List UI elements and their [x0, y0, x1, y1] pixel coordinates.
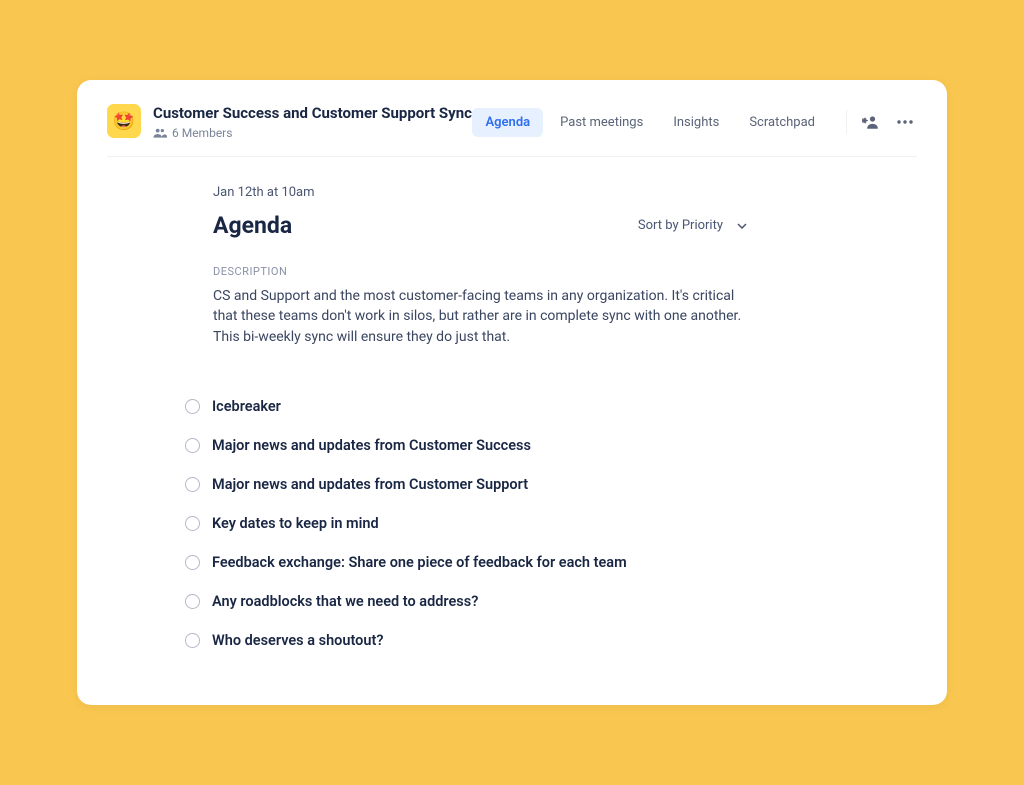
agenda-item-label: Who deserves a shoutout?	[212, 632, 383, 649]
add-member-button[interactable]	[859, 110, 883, 134]
agenda-item-label: Major news and updates from Customer Suc…	[212, 437, 531, 454]
agenda-item-label: Icebreaker	[212, 398, 281, 415]
tab-insights[interactable]: Insights	[660, 108, 732, 137]
radio-icon[interactable]	[185, 516, 200, 531]
description-label: DESCRIPTION	[213, 265, 747, 278]
description-text: CS and Support and the most customer-fac…	[213, 286, 747, 347]
meeting-date: Jan 12th at 10am	[213, 185, 747, 200]
members-label: 6 Members	[172, 126, 232, 140]
tab-agenda[interactable]: Agenda	[472, 108, 543, 137]
emoji: 🤩	[113, 111, 135, 132]
agenda-items-list: Icebreaker Major news and updates from C…	[185, 387, 747, 660]
header-left: 🤩 Customer Success and Customer Support …	[107, 104, 472, 140]
header-right: Agenda Past meetings Insights Scratchpad	[472, 108, 917, 137]
agenda-item[interactable]: Icebreaker	[185, 387, 747, 426]
agenda-item-label: Key dates to keep in mind	[212, 515, 379, 532]
meeting-card: 🤩 Customer Success and Customer Support …	[77, 80, 947, 705]
header-actions	[846, 110, 917, 134]
members-row[interactable]: 6 Members	[153, 126, 472, 140]
agenda-item-label: Any roadblocks that we need to address?	[212, 593, 478, 610]
more-options-button[interactable]	[893, 110, 917, 134]
sort-by-dropdown[interactable]: Sort by Priority	[638, 218, 747, 233]
agenda-header-row: Agenda Sort by Priority	[213, 212, 747, 239]
content: Jan 12th at 10am Agenda Sort by Priority…	[107, 157, 747, 660]
radio-icon[interactable]	[185, 477, 200, 492]
chevron-down-icon	[737, 223, 747, 229]
radio-icon[interactable]	[185, 555, 200, 570]
radio-icon[interactable]	[185, 633, 200, 648]
tab-past-meetings[interactable]: Past meetings	[547, 108, 656, 137]
agenda-item[interactable]: Feedback exchange: Share one piece of fe…	[185, 543, 747, 582]
title-block: Customer Success and Customer Support Sy…	[153, 104, 472, 140]
tabs: Agenda Past meetings Insights Scratchpad	[472, 108, 828, 137]
header: 🤩 Customer Success and Customer Support …	[107, 104, 917, 157]
agenda-item-label: Major news and updates from Customer Sup…	[212, 476, 528, 493]
more-horizontal-icon	[897, 120, 913, 124]
agenda-heading: Agenda	[213, 212, 292, 239]
tab-scratchpad[interactable]: Scratchpad	[736, 108, 828, 137]
add-member-icon	[862, 115, 880, 129]
sort-label: Sort by Priority	[638, 218, 723, 233]
agenda-item[interactable]: Any roadblocks that we need to address?	[185, 582, 747, 621]
agenda-item[interactable]: Key dates to keep in mind	[185, 504, 747, 543]
agenda-item-label: Feedback exchange: Share one piece of fe…	[212, 554, 627, 571]
agenda-item[interactable]: Major news and updates from Customer Sup…	[185, 465, 747, 504]
radio-icon[interactable]	[185, 399, 200, 414]
agenda-item[interactable]: Major news and updates from Customer Suc…	[185, 426, 747, 465]
agenda-item[interactable]: Who deserves a shoutout?	[185, 621, 747, 660]
meeting-title: Customer Success and Customer Support Sy…	[153, 104, 472, 122]
radio-icon[interactable]	[185, 438, 200, 453]
radio-icon[interactable]	[185, 594, 200, 609]
meeting-emoji-icon[interactable]: 🤩	[107, 104, 141, 138]
members-icon	[153, 128, 167, 138]
